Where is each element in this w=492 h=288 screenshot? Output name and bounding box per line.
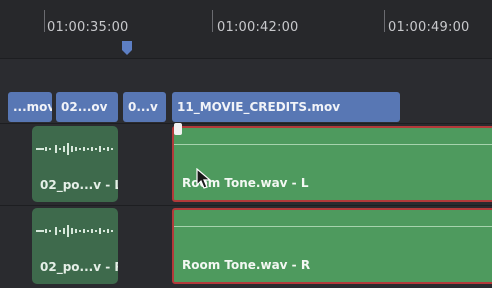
waveform: [36, 143, 113, 155]
ruler-timecode: 01:00:49:00: [388, 20, 470, 35]
video-clip[interactable]: 0...v: [123, 92, 166, 122]
ruler-tick: [212, 10, 213, 32]
audio-clip-label: 02_po...v - L: [40, 178, 118, 192]
clip-handle[interactable]: [174, 123, 182, 135]
audio-clip-room-tone-l[interactable]: Room Tone.wav - L: [172, 126, 492, 202]
waveform: [36, 225, 113, 237]
video-clip-movie-credits[interactable]: 11_MOVIE_CREDITS.mov: [172, 92, 400, 122]
audio-clip-label: 02_po...v - R: [40, 260, 118, 274]
audio-clip[interactable]: 02_po...v - R: [32, 208, 118, 284]
volume-line[interactable]: [174, 144, 492, 145]
ruler-timecode: 01:00:42:00: [217, 20, 299, 35]
video-clip[interactable]: ...mov: [8, 92, 52, 122]
mouse-pointer-icon: [196, 168, 212, 189]
video-clip[interactable]: 02...ov: [56, 92, 118, 122]
ruler-tick: [44, 10, 45, 32]
volume-line[interactable]: [174, 226, 492, 227]
playhead-marker[interactable]: [121, 41, 133, 55]
ruler-timecode: 01:00:35:00: [47, 20, 129, 35]
timeline-ruler[interactable]: 01:00:35:00 01:00:42:00 01:00:49:00: [0, 0, 492, 58]
audio-clip[interactable]: 02_po...v - L: [32, 126, 118, 202]
ruler-tick: [384, 10, 385, 32]
audio-clip-room-tone-r[interactable]: Room Tone.wav - R: [172, 208, 492, 284]
audio-clip-label: Room Tone.wav - R: [182, 258, 311, 272]
